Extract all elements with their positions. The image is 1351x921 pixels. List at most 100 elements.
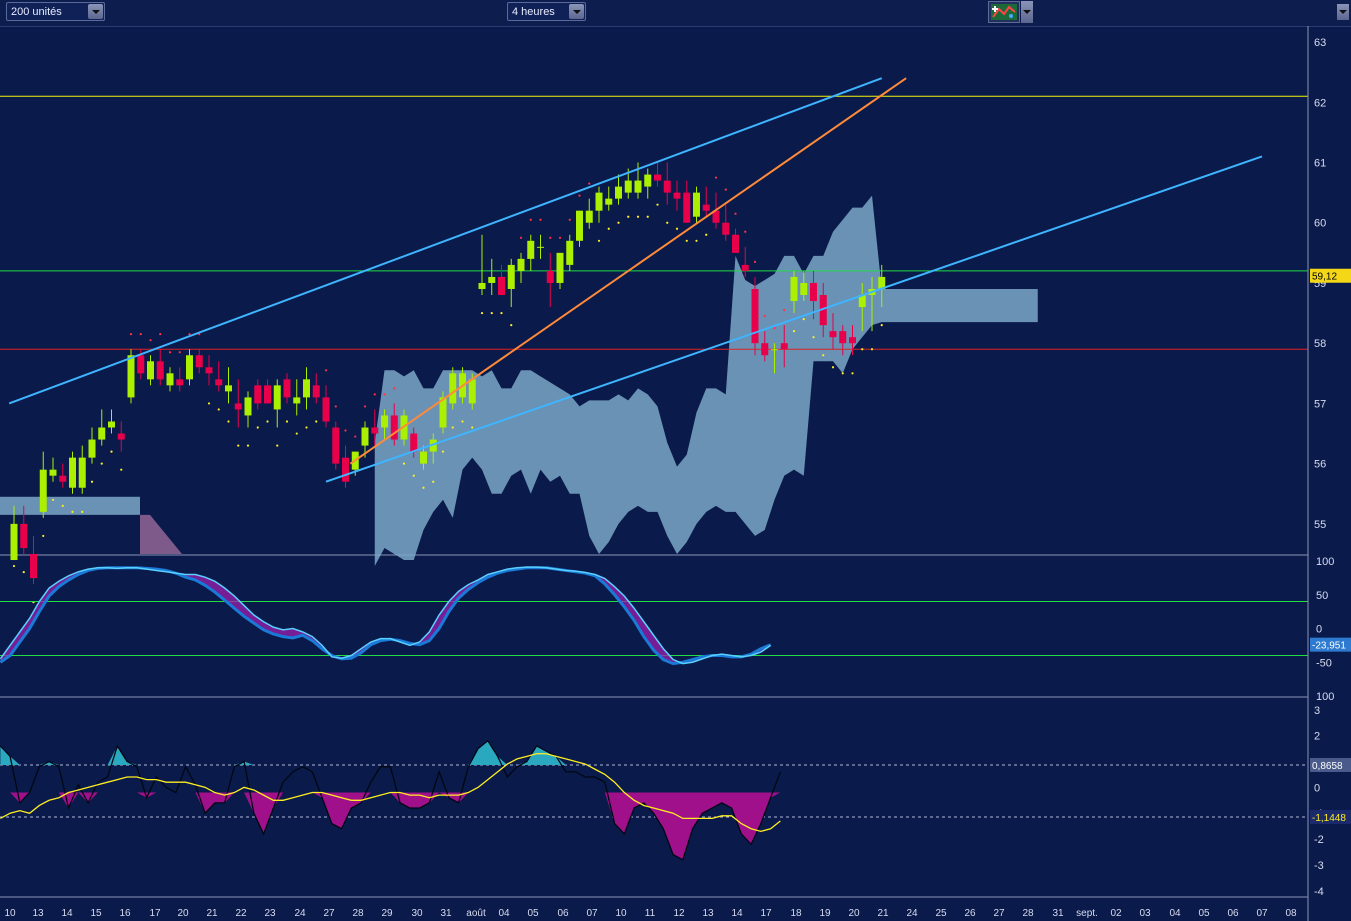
candle-bear: [264, 385, 271, 404]
panel-menu-chevron-down-icon[interactable]: [1337, 4, 1349, 20]
sar-dot: [363, 405, 367, 408]
x-tick-label: 05: [1198, 908, 1210, 919]
x-tick-label: 04: [1169, 908, 1181, 919]
candle-bear: [410, 433, 418, 452]
units-select-value: 200 unités: [11, 6, 62, 18]
candle-bear: [751, 288, 759, 344]
sar-dot: [724, 188, 727, 191]
sar-dot: [42, 534, 45, 538]
sar-dot: [22, 570, 25, 574]
sar-dot: [617, 221, 620, 224]
sar-dot: [831, 366, 835, 369]
candle-bear: [663, 180, 671, 193]
x-tick-label: 14: [731, 908, 743, 919]
drawing-tools-button[interactable]: [988, 1, 1036, 23]
x-tick-label: 28: [1022, 908, 1034, 919]
sar-dot: [578, 194, 581, 197]
sar-dot: [266, 420, 269, 423]
candle-bear: [20, 523, 28, 548]
x-tick-label: 25: [935, 908, 947, 919]
candle-bear: [810, 282, 817, 302]
interval-select[interactable]: 4 heures: [507, 2, 586, 21]
sar-dot: [880, 324, 883, 327]
chart-area[interactable]: 636261605958575655100500-501003210-1-2-3…: [0, 26, 1351, 921]
units-select[interactable]: 200 unités: [6, 2, 105, 21]
x-tick-label: 19: [819, 908, 831, 919]
x-tick-label: 08: [1285, 908, 1297, 919]
sar-dot: [305, 426, 308, 429]
candle-bull: [615, 186, 622, 199]
sar-dot: [295, 432, 298, 435]
drawing-tools-chevron-down-icon[interactable]: [1021, 1, 1033, 23]
candle-bull: [537, 246, 544, 248]
sar-dot: [480, 311, 484, 315]
candle-bull: [166, 373, 174, 386]
x-tick-label: 21: [877, 908, 889, 919]
sar-dot: [870, 348, 874, 351]
x-tick-label: 06: [1227, 908, 1239, 919]
sar-dot: [217, 408, 220, 411]
ichimoku-cloud-left: [0, 496, 140, 515]
x-tick-label: 14: [61, 908, 73, 919]
x-tick-label: 13: [702, 908, 714, 919]
macd-y-tick-label: -2: [1314, 834, 1324, 846]
sar-dot: [568, 218, 571, 221]
candle-bull: [78, 457, 86, 488]
price-y-tick-label: 57: [1314, 398, 1326, 410]
price-y-tick-label: 62: [1314, 97, 1326, 109]
x-tick-label: 29: [381, 908, 393, 919]
candle-bull: [488, 276, 496, 283]
candle-bull: [127, 355, 135, 398]
sar-dot: [549, 236, 552, 239]
price-panel: [0, 30, 1308, 604]
oscillator-panel: [0, 566, 1308, 698]
macd-negative-area: [0, 792, 781, 860]
sar-dot: [500, 311, 503, 315]
candle-bull: [88, 439, 96, 458]
sar-dot: [90, 480, 94, 483]
sar-dot: [441, 450, 445, 453]
x-tick-label: 15: [90, 908, 102, 919]
sar-dot: [81, 510, 84, 513]
macd-y-tick-label: 3: [1314, 705, 1320, 717]
x-tick-label: 28: [352, 908, 364, 919]
sar-dot: [705, 233, 708, 236]
sar-dot: [695, 239, 698, 242]
candle-bull: [273, 385, 281, 410]
x-tick-label: 20: [848, 908, 860, 919]
sar-dot: [529, 218, 532, 221]
sar-dot: [246, 444, 250, 447]
sar-dot: [675, 227, 679, 230]
candle-bear: [732, 234, 739, 253]
candle-bull: [771, 349, 778, 351]
x-tick-label: 04: [498, 908, 510, 919]
candle-bull: [225, 385, 232, 392]
oscillator-y-tick-label: 100: [1316, 556, 1334, 568]
sar-dot: [744, 230, 747, 233]
x-tick-label: 02: [1110, 908, 1122, 919]
candle-bull: [244, 397, 252, 416]
sar-dot: [666, 221, 669, 224]
candle-bull: [293, 397, 301, 404]
x-tick-label: 21: [206, 908, 218, 919]
sar-dot: [237, 444, 240, 447]
macd-y-tick-label: 0: [1314, 782, 1320, 794]
candle-bear: [780, 343, 788, 350]
x-tick-label: 22: [235, 908, 247, 919]
sar-dot: [402, 462, 406, 465]
candle-bear: [849, 337, 856, 344]
candle-bear: [546, 270, 554, 283]
candle-bull: [693, 192, 700, 217]
candle-bear: [741, 264, 749, 271]
price-y-tick-label: 61: [1314, 158, 1326, 170]
sar-dot: [646, 215, 649, 218]
last-price-label: 59,12: [1312, 272, 1337, 283]
candle-bear: [156, 361, 164, 380]
sar-dot: [71, 510, 74, 513]
candle-bull: [98, 427, 106, 440]
sar-dot: [539, 218, 542, 221]
sar-dot: [802, 318, 805, 321]
sar-dot: [110, 450, 113, 453]
price-y-tick-label: 60: [1314, 218, 1326, 230]
macd-y-tick-label: 2: [1314, 731, 1320, 743]
